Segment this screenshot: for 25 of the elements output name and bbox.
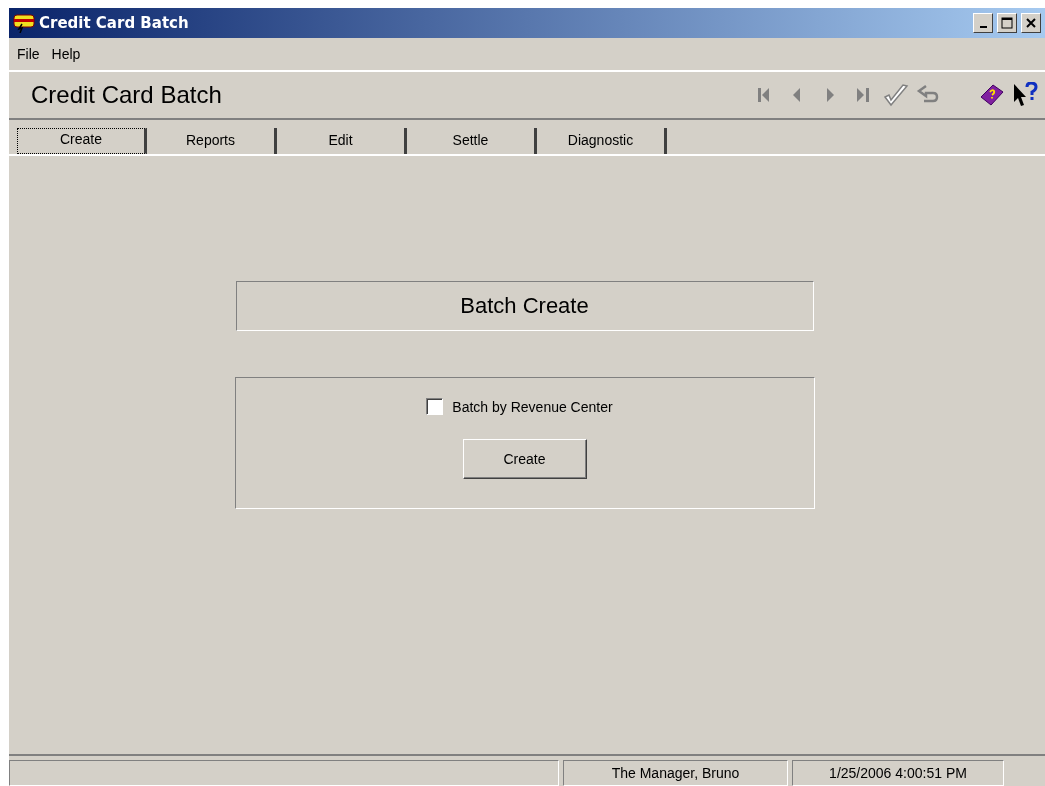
menu-item[interactable]: Help [45,46,87,62]
minimize-button[interactable] [973,13,993,33]
next-icon [825,87,834,103]
last-record-icon [856,87,869,103]
section-heading: Batch Create [235,281,814,331]
checkbox-label[interactable]: Batch by Revenue Center [452,398,613,415]
maximize-icon [1001,17,1013,29]
close-icon [1026,18,1036,28]
credit-card-icon [13,13,35,33]
window-title: Credit Card Batch [39,14,189,32]
help-book-icon [978,83,1005,107]
create-button[interactable]: Create [462,439,587,479]
checkmark-icon [882,83,909,107]
menu-item[interactable]: File [11,46,46,62]
first-record-icon [757,87,770,103]
tab[interactable]: Create [17,128,147,154]
checkbox[interactable] [426,398,444,415]
minimize-icon [979,26,987,28]
status-datetime: 1/25/2006 4:00:51 PM [792,760,1004,786]
close-button[interactable] [1021,13,1041,33]
status-user: The Manager, Bruno [563,760,788,786]
previous-icon [792,87,801,103]
whats-this-help-icon [1011,82,1038,108]
header-title: Credit Card Batch [31,81,223,109]
maximize-button[interactable] [997,13,1017,33]
